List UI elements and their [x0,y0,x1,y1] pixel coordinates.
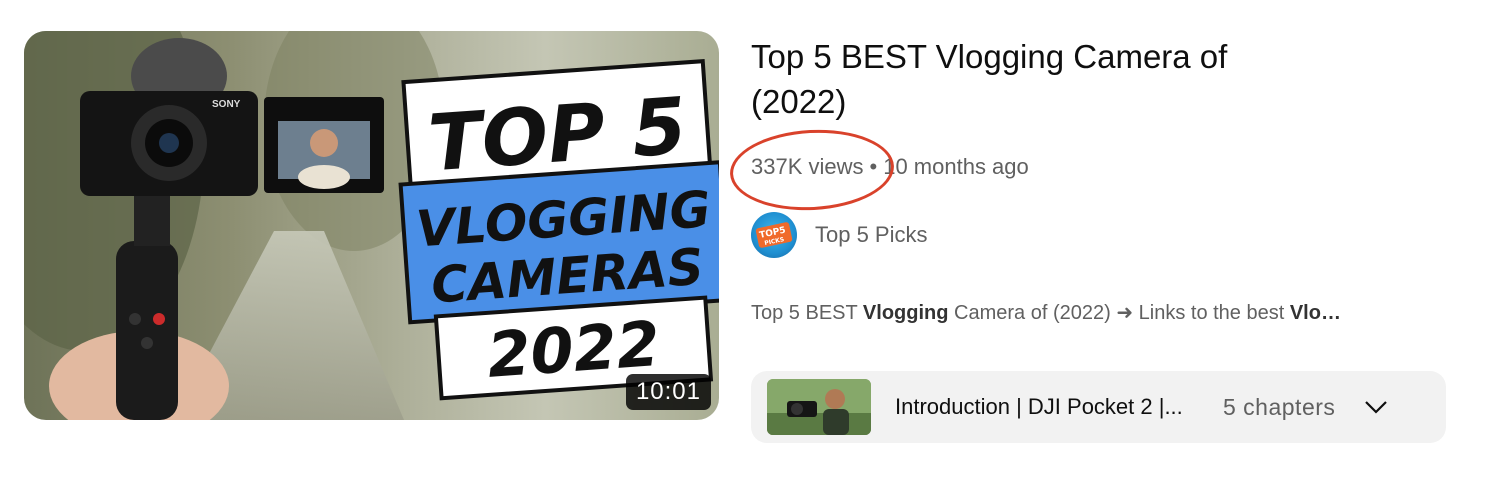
view-count-annotation-circle [728,125,896,215]
thumbnail-artwork: SONY TOP 5 VLOGGING CAMERAS 2022 [24,31,719,420]
description-part2: Camera of (2022) ➜ Links to the best [948,302,1290,324]
description-bold2: Vlo… [1289,302,1341,324]
duration-badge: 10:01 [625,374,711,410]
chapter-thumbnail-image [767,379,871,435]
video-details: Top 5 BEST Vlogging Camera of (2022) 337… [728,34,1451,443]
description-part1: Top 5 BEST [751,302,863,324]
description-bold1: Vlogging [862,302,949,324]
chapter-count: 5 chapters [1223,393,1336,420]
camera-brand-text: SONY [212,99,241,110]
chevron-down-icon[interactable] [1361,392,1391,422]
chapter-thumbnail[interactable] [767,379,871,435]
description-snippet: Top 5 BEST Vlogging Camera of (2022) ➜ L… [751,300,1441,325]
channel-name[interactable]: Top 5 Picks [815,222,928,248]
avatar-logo-icon: TOP5 PICKS [755,222,793,248]
channel-avatar[interactable]: TOP5 PICKS [751,212,797,258]
video-thumbnail[interactable]: SONY TOP 5 VLOGGING CAMERAS 2022 10:01 [24,31,719,420]
upload-age: 10 months ago [883,154,1029,179]
chapters-panel[interactable]: Introduction | DJI Pocket 2 |... 5 chapt… [751,371,1446,443]
video-title[interactable]: Top 5 BEST Vlogging Camera of (2022) [751,34,1291,124]
chapter-title: Introduction | DJI Pocket 2 |... [895,394,1183,419]
channel-row[interactable]: TOP5 PICKS Top 5 Picks [751,212,928,258]
